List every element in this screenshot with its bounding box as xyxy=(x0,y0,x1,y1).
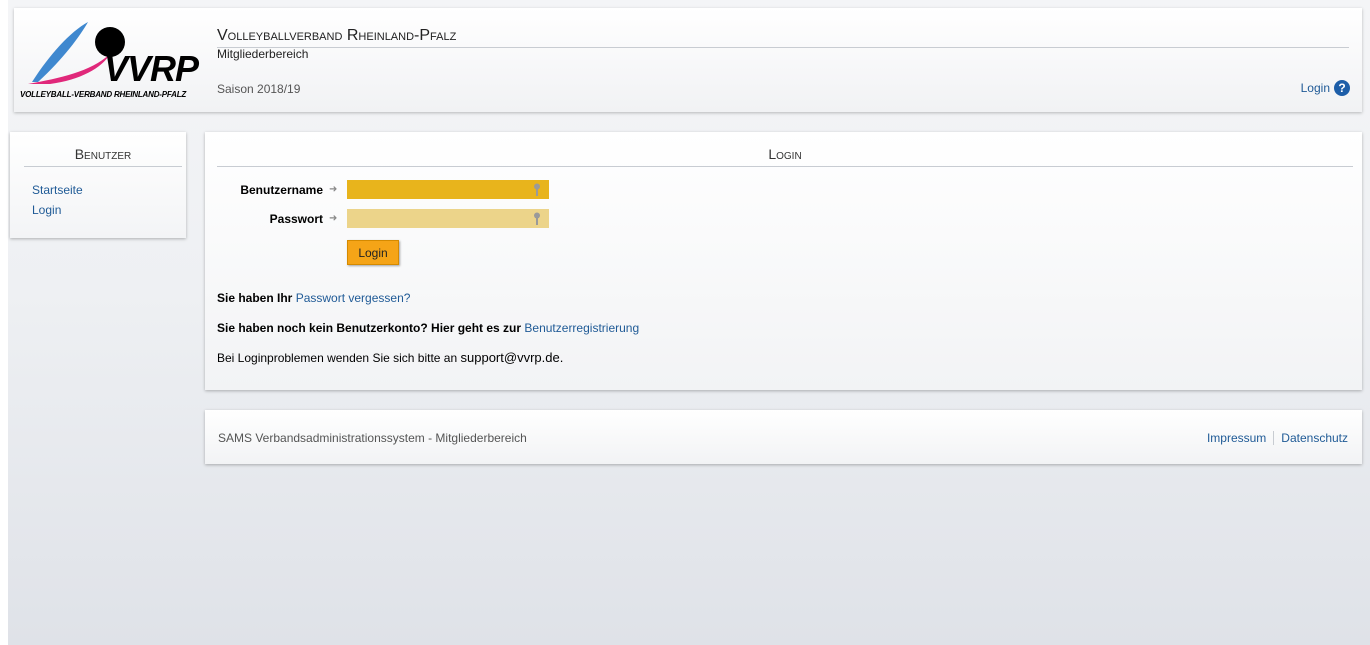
vvrp-logo[interactable]: VVRP VOLLEYBALL-VERBAND RHEINLAND-PFALZ xyxy=(20,14,216,106)
password-field-wrap xyxy=(347,209,550,228)
support-line: Bei Loginproblemen wenden Sie sich bitte… xyxy=(217,350,563,365)
password-input[interactable] xyxy=(347,209,550,228)
password-row: Passwort ➜ xyxy=(217,209,550,228)
arrow-icon: ➜ xyxy=(329,213,338,224)
datenschutz-link[interactable]: Datenschutz xyxy=(1281,431,1348,445)
sidebar-title: Benutzer xyxy=(24,146,182,167)
sidebar-item-startseite[interactable]: Startseite xyxy=(32,183,83,197)
key-icon xyxy=(534,183,541,196)
impressum-link[interactable]: Impressum xyxy=(1207,431,1266,445)
support-email: support@vvrp.de. xyxy=(460,350,564,365)
logo-subtitle: VOLLEYBALL-VERBAND RHEINLAND-PFALZ xyxy=(20,90,187,99)
sidebar-nav: Startseite Login xyxy=(32,180,83,220)
username-input[interactable] xyxy=(347,180,550,199)
footer-text: SAMS Verbandsadministrationssystem - Mit… xyxy=(218,431,527,445)
footer: SAMS Verbandsadministrationssystem - Mit… xyxy=(205,410,1362,464)
username-field-wrap xyxy=(347,180,550,199)
login-title: Login xyxy=(217,146,1353,167)
support-text: Bei Loginproblemen wenden Sie sich bitte… xyxy=(217,351,458,365)
sidebar: Benutzer Startseite Login xyxy=(10,132,186,238)
login-button[interactable]: Login xyxy=(347,240,399,265)
org-subtitle: Mitgliederbereich xyxy=(217,47,309,61)
season-label: Saison 2018/19 xyxy=(217,82,301,96)
forgot-prefix: Sie haben Ihr xyxy=(217,291,293,305)
header-login-link[interactable]: Login xyxy=(1301,81,1330,95)
header-login: Login ? xyxy=(1301,80,1350,96)
forgot-password-link[interactable]: Passwort vergessen? xyxy=(296,291,411,305)
org-title: Volleyballverband Rheinland-Pfalz xyxy=(217,26,1349,48)
footer-links: Impressum Datenschutz xyxy=(1207,431,1348,445)
sidebar-item-login[interactable]: Login xyxy=(32,203,61,217)
header: VVRP VOLLEYBALL-VERBAND RHEINLAND-PFALZ … xyxy=(14,8,1362,112)
username-row: Benutzername ➜ xyxy=(217,180,550,199)
register-link[interactable]: Benutzerregistrierung xyxy=(524,321,639,335)
forgot-password-line: Sie haben Ihr Passwort vergessen? xyxy=(217,291,410,305)
logo-text: VVRP xyxy=(104,48,199,89)
login-panel: Login Benutzername ➜ Passwort ➜ Login Si… xyxy=(205,132,1362,390)
footer-separator xyxy=(1273,431,1275,445)
arrow-icon: ➜ xyxy=(329,184,338,195)
key-icon xyxy=(534,212,541,225)
register-line: Sie haben noch kein Benutzerkonto? Hier … xyxy=(217,321,639,335)
password-label: Passwort xyxy=(269,211,323,226)
help-icon[interactable]: ? xyxy=(1334,80,1350,96)
username-label: Benutzername xyxy=(240,182,323,197)
register-prefix: Sie haben noch kein Benutzerkonto? Hier … xyxy=(217,321,522,335)
